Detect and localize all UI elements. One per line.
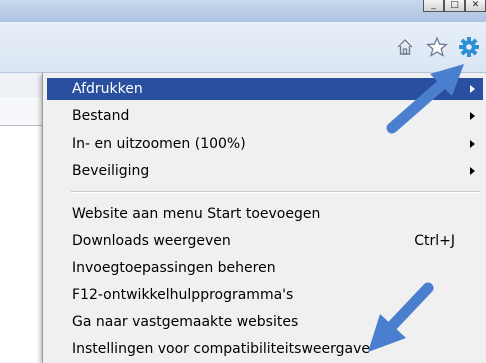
minimize-button[interactable]: _ [423,0,444,12]
submenu-arrow-icon [470,112,475,120]
favorites-star-icon[interactable] [426,36,448,58]
menu-item-label: Ga naar vastgemaakte websites [72,314,299,330]
menu-item-f12-tools[interactable]: F12-ontwikkelhulpprogramma's [47,284,483,306]
maximize-button[interactable]: □ [444,0,465,12]
menu-item-add-to-start[interactable]: Website aan menu Start toevoegen [47,203,483,225]
menu-item-label: Beveiliging [72,163,150,179]
submenu-arrow-icon [470,140,475,148]
menu-item-label: Invoegtoepassingen beheren [72,260,276,276]
menu-item-zoom[interactable]: In- en uitzoomen (100%) [47,133,483,155]
menu-item-pinned-sites[interactable]: Ga naar vastgemaakte websites [47,311,483,333]
title-bar: _ □ ✕ [0,0,486,22]
home-icon[interactable] [394,36,416,58]
menu-item-downloads[interactable]: Downloads weergeven Ctrl+J [47,230,483,252]
menu-item-label: Afdrukken [72,81,143,97]
divider [0,125,42,126]
submenu-arrow-icon [470,85,475,93]
submenu-arrow-icon [470,167,475,175]
menu-item-compatibility-settings[interactable]: Instellingen voor compatibiliteitsweerga… [47,338,483,360]
close-button[interactable]: ✕ [465,0,486,12]
menu-item-label: F12-ontwikkelhulpprogramma's [72,287,294,303]
page-content-area [0,97,42,126]
menu-item-shortcut: Ctrl+J [414,233,455,249]
window-controls: _ □ ✕ [423,0,486,12]
menu-item-label: In- en uitzoomen (100%) [72,136,246,152]
menu-item-label: Downloads weergeven [72,233,231,249]
menu-item-bestand[interactable]: Bestand [47,105,483,127]
toolbar-icons [394,36,480,58]
menu-item-label: Website aan menu Start toevoegen [72,206,321,222]
menu-item-manage-addons[interactable]: Invoegtoepassingen beheren [47,257,483,279]
tools-gear-icon[interactable] [458,36,480,58]
menu-separator [71,191,480,193]
tab-strip [0,73,43,98]
menu-item-afdrukken[interactable]: Afdrukken [47,78,483,100]
menu-item-label: Bestand [72,108,130,124]
menu-item-label: Instellingen voor compatibiliteitsweerga… [72,341,371,357]
menu-item-beveiliging[interactable]: Beveiliging [47,160,483,182]
tools-menu: Afdrukken Bestand In- en uitzoomen (100%… [42,73,486,363]
